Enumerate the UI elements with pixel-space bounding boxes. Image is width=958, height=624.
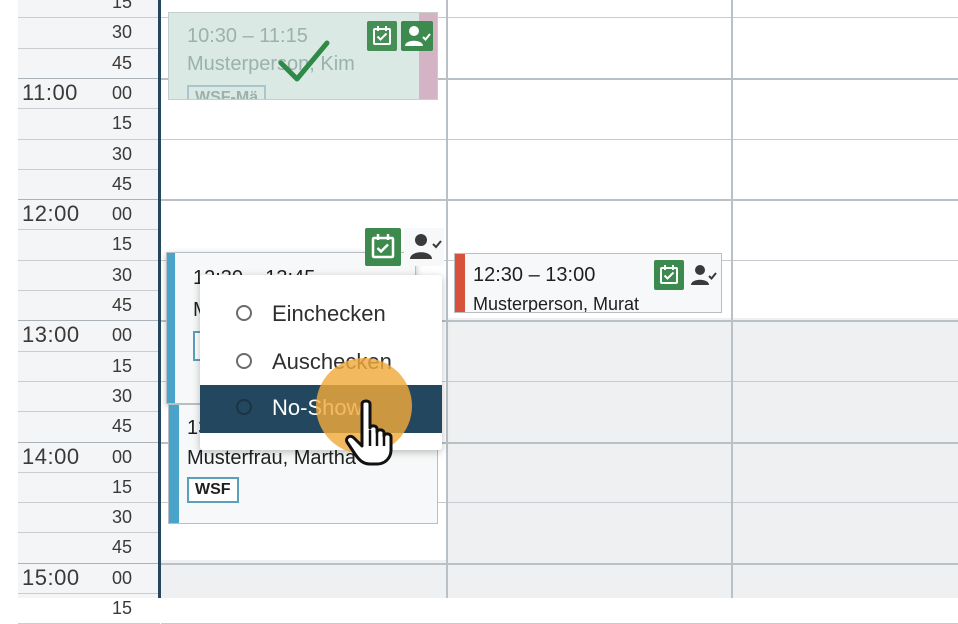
radio-button[interactable]	[236, 305, 252, 321]
slot-row-line	[161, 229, 958, 230]
calendar-check-icon[interactable]	[365, 228, 401, 266]
radio-button[interactable]	[236, 353, 252, 369]
appointment-card[interactable]: 10:30 – 11:15 Musterperson, Kim WSF-Mä	[168, 12, 438, 100]
checkmark-icon	[278, 40, 330, 82]
menu-item-einchecken[interactable]: Einchecken	[200, 291, 442, 337]
appointment-color-bar	[455, 254, 465, 312]
minute-label: 15	[112, 598, 133, 618]
appointment-card[interactable]: 12:30 – 13:00 Musterperson, Murat	[454, 253, 722, 313]
appointment-color-bar	[169, 405, 179, 523]
appointment-color-bar	[167, 253, 175, 403]
appointment-name: Musterperson, Murat	[473, 294, 640, 313]
menu-item-label: Einchecken	[272, 301, 386, 326]
hour-row-line	[161, 563, 958, 565]
person-check-icon[interactable]	[404, 228, 444, 266]
appointment-time: 12:30 – 13:00	[473, 264, 596, 286]
person-check-icon[interactable]	[687, 260, 719, 290]
slot-row-line	[161, 139, 958, 140]
calendar-check-icon[interactable]	[367, 21, 397, 51]
person-check-icon[interactable]	[401, 21, 433, 51]
appointment-tag: WSF	[187, 477, 239, 503]
menu-item-auschecken[interactable]: Auschecken	[200, 339, 442, 385]
hand-pointer-icon	[345, 399, 393, 466]
column-divider	[446, 0, 448, 598]
gutter-divider	[158, 0, 161, 598]
slot-row-line	[161, 532, 958, 533]
slot-row-line	[161, 169, 958, 170]
appointment-tag: WSF-Mä	[187, 85, 267, 99]
radio-button[interactable]	[236, 399, 252, 415]
slot-row-line	[161, 593, 958, 594]
calendar-check-icon[interactable]	[654, 260, 684, 290]
hour-row-line	[161, 199, 958, 201]
appointment-name: Musterfrau, Martha	[187, 447, 356, 469]
slot-row-line	[161, 108, 958, 109]
column-divider	[731, 0, 733, 598]
